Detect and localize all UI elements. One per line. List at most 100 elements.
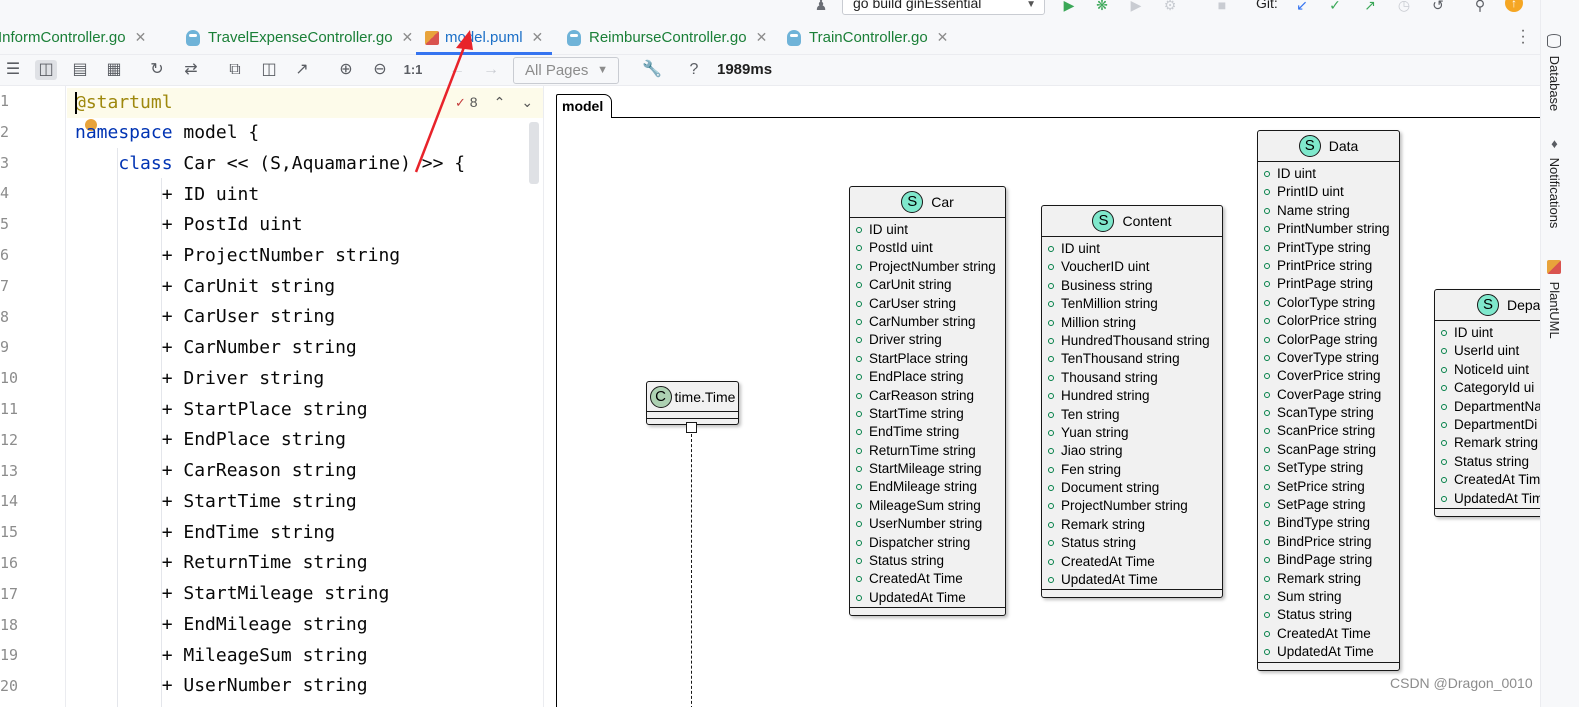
refresh-icon[interactable]: ↻ [146, 60, 168, 80]
code-text: + CarNumber string [161, 337, 357, 358]
code-editor[interactable]: @startuml namespace model { class Car <<… [67, 86, 543, 707]
public-visibility-icon [856, 521, 862, 528]
help-icon[interactable]: ? [683, 60, 705, 80]
image-icon[interactable]: ▦ [103, 60, 125, 80]
pages-select[interactable]: All Pages ▼ [513, 57, 619, 84]
database-icon [1547, 34, 1561, 48]
previous-page-icon[interactable]: ← [446, 60, 468, 80]
settings-wrench-icon[interactable]: 🔧 [641, 60, 663, 80]
class-field: BindPage string [1258, 551, 1399, 569]
class-field: ID uint [1042, 240, 1222, 258]
close-icon[interactable]: ✕ [135, 29, 147, 46]
line-number: 20 [0, 677, 19, 695]
code-text: + ID uint [161, 184, 260, 205]
plantuml-preview: model C time.Time S Car ID uint PostId ui… [544, 86, 1540, 707]
field-text: ProjectNumber string [1061, 498, 1188, 514]
tab-label: TravelExpenseController.go [208, 29, 393, 46]
tab-reimburse-controller[interactable]: ReimburseController.go ✕ [567, 20, 767, 55]
class-field: PrintNumber string [1258, 220, 1399, 238]
previous-highlight-icon[interactable]: ⌃ [494, 94, 506, 111]
inspection-count: 8 [469, 94, 478, 110]
public-visibility-icon [1048, 485, 1054, 492]
git-commit-icon[interactable]: ✓ [1326, 0, 1344, 14]
class-field: EndTime string [850, 423, 1005, 441]
code-line: + CarUnit string [75, 272, 335, 302]
field-text: VoucherID uint [1061, 259, 1150, 275]
code-line: + EndTime string [75, 518, 335, 548]
run-icon[interactable]: ▶ [1060, 0, 1078, 14]
coverage-icon[interactable]: ▶ [1127, 0, 1145, 14]
git-push-icon[interactable]: ↗ [1361, 0, 1379, 14]
class-field: TenThousand string [1042, 350, 1222, 368]
actual-size-button[interactable]: 1:1 [402, 60, 424, 80]
close-icon[interactable]: ✕ [532, 29, 544, 46]
field-text: ColorType string [1277, 294, 1376, 310]
line-number: 14 [0, 492, 19, 510]
line-number: 6 [0, 246, 10, 264]
reload-icon[interactable]: ⇄ [180, 60, 202, 80]
close-icon[interactable]: ✕ [402, 29, 414, 46]
close-icon[interactable]: ✕ [937, 29, 949, 46]
class-fields: ID uint PostId uint ProjectNumber string Ca… [850, 218, 1005, 607]
close-icon[interactable]: ✕ [756, 29, 768, 46]
field-text: Document string [1061, 480, 1160, 496]
class-name: Depa [1507, 297, 1540, 313]
stop-icon[interactable]: ■ [1213, 0, 1231, 14]
class-fields: ID uint PrintID uint Name string PrintNumbe… [1258, 162, 1399, 662]
inspection-widget[interactable]: ✓ 8 ⌃ ⌄ [455, 94, 533, 111]
tab-model-puml[interactable]: model.puml ✕ [416, 20, 553, 55]
class-field: Million string [1042, 314, 1222, 332]
editor-only-icon[interactable]: ☰ [2, 60, 24, 80]
public-visibility-icon [1048, 466, 1054, 473]
zoom-in-icon[interactable]: ⊕ [335, 60, 357, 80]
run-configuration-select[interactable]: go build ginEssential ▼ [842, 0, 1045, 15]
tab-travel-expense-controller[interactable]: TravelExpenseController.go ✕ [186, 20, 413, 55]
class-stereotype-badge: S [1298, 135, 1321, 157]
profile-icon[interactable]: ⚙ [1161, 0, 1179, 14]
public-visibility-icon [1048, 337, 1054, 344]
class-field: CoverPage string [1258, 386, 1399, 404]
tab-inform-controller[interactable]: InformController.go ✕ [0, 20, 146, 55]
notifications-tool-button[interactable]: ♦ Notifications [1547, 136, 1562, 228]
updates-icon[interactable]: ↑ [1505, 0, 1523, 12]
copy-icon[interactable]: ⧉ [224, 60, 246, 80]
field-text: Status string [869, 553, 945, 569]
class-field: PrintPrice string [1258, 257, 1399, 275]
git-rollback-icon[interactable]: ↺ [1429, 0, 1447, 14]
public-visibility-icon [1264, 428, 1270, 435]
class-header: S Depa [1435, 290, 1540, 321]
database-tool-button[interactable]: Database [1547, 34, 1562, 111]
save-icon[interactable]: ◫ [258, 60, 280, 80]
git-update-icon[interactable]: ↙ [1293, 0, 1311, 14]
zoom-out-icon[interactable]: ⊖ [369, 60, 391, 80]
class-field: CoverPrice string [1258, 367, 1399, 385]
editor-and-preview-icon[interactable]: ◫ [35, 60, 57, 80]
public-visibility-icon [1264, 520, 1270, 527]
field-text: CreatedAt Time [1277, 625, 1371, 641]
open-external-icon[interactable]: ↗ [291, 60, 313, 80]
user-icon[interactable]: ♟ [812, 0, 830, 14]
public-visibility-icon [1048, 301, 1054, 308]
plantuml-tool-button[interactable]: PlantUML [1547, 260, 1562, 339]
inspection-summary: ✓ 8 [455, 94, 478, 111]
field-text: ScanPage string [1277, 441, 1377, 457]
field-text: BindPage string [1277, 552, 1373, 568]
next-highlight-icon[interactable]: ⌄ [521, 94, 533, 111]
line-number: 4 [0, 184, 10, 202]
search-icon[interactable]: ⚲ [1471, 0, 1489, 14]
public-visibility-icon [856, 594, 862, 601]
field-text: ReturnTime string [869, 442, 976, 458]
next-page-icon[interactable]: → [480, 60, 502, 80]
debug-icon[interactable]: ❋ [1093, 0, 1111, 14]
preview-only-icon[interactable]: ▤ [69, 60, 91, 80]
go-file-icon [787, 29, 801, 46]
class-field: NoticeId uint [1435, 361, 1540, 379]
more-tabs-icon[interactable]: · · · [1518, 23, 1528, 51]
public-visibility-icon [1048, 521, 1054, 528]
editor-scrollbar-thumb[interactable] [529, 122, 539, 184]
tab-train-controller[interactable]: TrainController.go ✕ [787, 20, 948, 55]
git-history-icon[interactable]: ◷ [1395, 0, 1413, 14]
